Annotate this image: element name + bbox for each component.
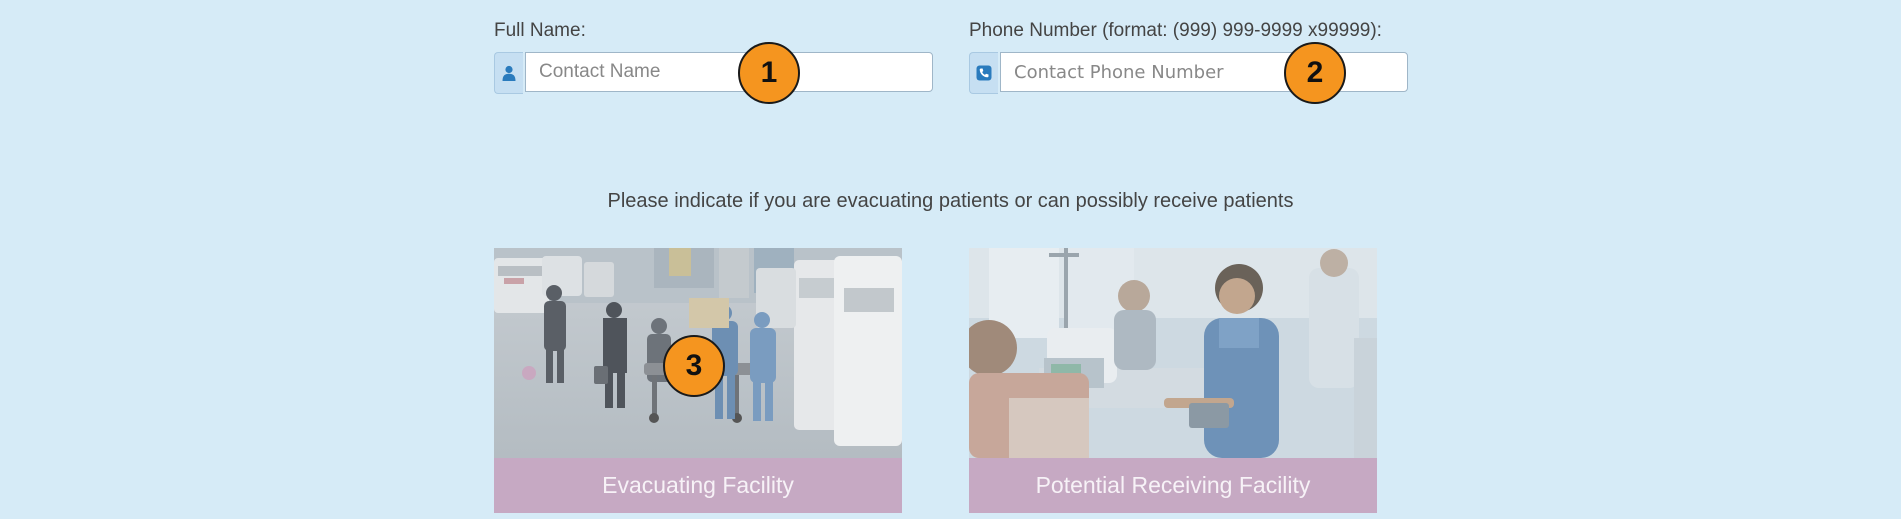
receiving-facility-caption: Potential Receiving Facility: [969, 458, 1377, 513]
full-name-input[interactable]: [525, 52, 933, 92]
user-icon: [494, 52, 523, 94]
marker-badge-3: 3: [663, 335, 725, 397]
marker-badge-2: 2: [1284, 42, 1346, 104]
phone-number-label: Phone Number (format: (999) 999-9999 x99…: [969, 20, 1382, 41]
evacuating-facility-caption: Evacuating Facility: [494, 458, 902, 513]
receiving-facility-card[interactable]: Potential Receiving Facility: [969, 248, 1377, 513]
phone-icon: [969, 52, 998, 94]
full-name-label: Full Name:: [494, 20, 586, 41]
phone-number-input[interactable]: [1000, 52, 1408, 92]
facility-type-prompt: Please indicate if you are evacuating pa…: [607, 190, 1294, 212]
full-name-input-group: [494, 52, 933, 94]
marker-badge-1: 1: [738, 42, 800, 104]
nurse-patient-photo: [969, 248, 1377, 458]
